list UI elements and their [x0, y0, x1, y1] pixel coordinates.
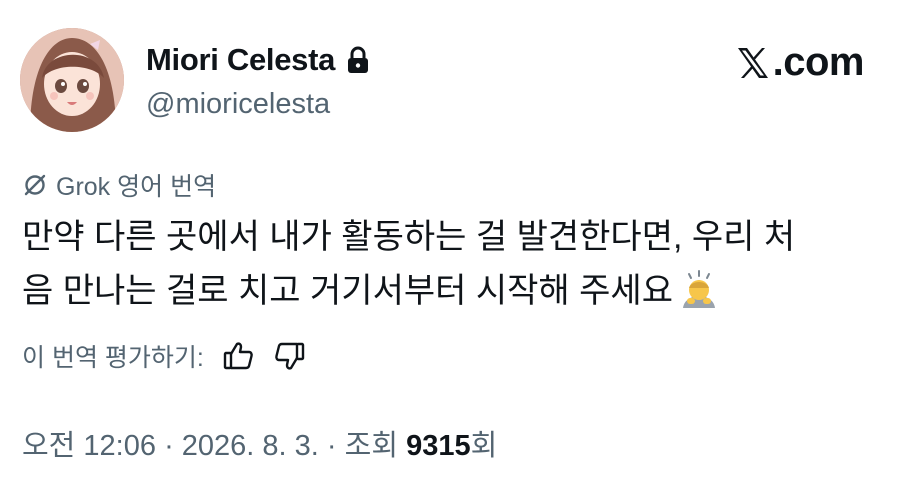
lock-icon: [348, 46, 369, 73]
views-count[interactable]: 9315: [406, 430, 471, 462]
views-prefix: 조회: [344, 430, 399, 462]
grok-icon: [24, 174, 46, 196]
brand-text: .com: [772, 40, 865, 84]
brand-watermark: .com: [735, 40, 865, 85]
rate-label: 이 번역 평가하기:: [22, 344, 204, 372]
x-logo-icon: [737, 47, 768, 78]
post-time[interactable]: 오전 12:06: [22, 430, 156, 462]
separator: ·: [326, 430, 337, 462]
translation-text: Grok 영어 번역: [56, 173, 217, 201]
thumbs-up-icon: [223, 342, 253, 370]
tweet-text: 만약 다른 곳에서 내가 활동하는 걸 발견한다면, 우리 처 음 만나는 걸로…: [22, 210, 882, 318]
tweet-line-text: 음 만나는 걸로 치고 거기서부터 시작해 주세요: [22, 272, 673, 310]
avatar[interactable]: [20, 28, 124, 132]
rate-translation-row: 이 번역 평가하기:: [22, 338, 308, 374]
bowing-person-emoji: [683, 270, 715, 308]
display-name[interactable]: Miori Celesta: [146, 42, 335, 78]
views-number: 9315: [406, 430, 471, 462]
translation-label[interactable]: Grok 영어 번역: [22, 167, 216, 203]
tweet-line: 만약 다른 곳에서 내가 활동하는 걸 발견한다면, 우리 처: [22, 218, 796, 256]
separator: ·: [164, 430, 174, 462]
author-handle[interactable]: @mioricelesta: [146, 88, 330, 121]
thumbs-up-button[interactable]: [220, 338, 256, 374]
author-name-row[interactable]: Miori Celesta: [146, 42, 371, 78]
tweet-meta: 오전 12:06 · 2026. 8. 3. · 조회 9315회: [22, 422, 497, 464]
views-suffix: 회: [470, 430, 498, 462]
thumbs-down-button[interactable]: [272, 338, 308, 374]
avatar-illustration: [20, 28, 124, 132]
thumbs-down-icon: [275, 342, 305, 370]
post-date[interactable]: 2026. 8. 3.: [182, 430, 319, 462]
tweet-line: 음 만나는 걸로 치고 거기서부터 시작해 주세요: [22, 264, 882, 318]
